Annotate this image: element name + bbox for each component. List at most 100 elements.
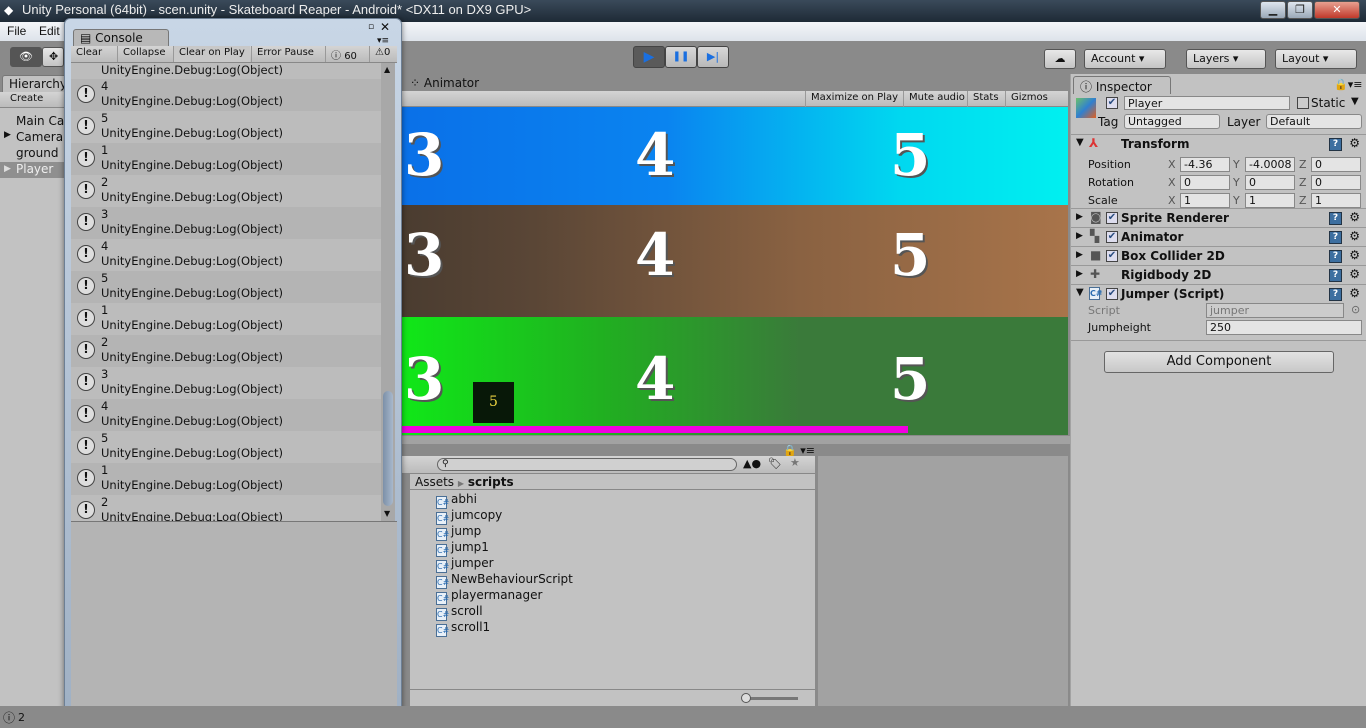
move-tool-icon[interactable]: ✥: [42, 47, 64, 67]
transform-header[interactable]: ▼ ⅄ Transform ? ⚙: [1071, 134, 1366, 153]
help-icon[interactable]: ?: [1329, 212, 1342, 225]
static-checkbox[interactable]: [1297, 97, 1309, 109]
close-icon[interactable]: ✕: [380, 20, 390, 34]
clear-on-play-button[interactable]: Clear on Play: [173, 46, 250, 62]
help-icon[interactable]: ?: [1329, 138, 1342, 151]
log-entry[interactable]: ! 2 UnityEngine.Debug:Log(Object): [71, 495, 381, 521]
log-count-toggle[interactable]: ⓘ 60: [325, 46, 362, 62]
close-button[interactable]: ✕: [1314, 1, 1360, 19]
gear-icon[interactable]: ⚙: [1349, 248, 1360, 262]
maximize-icon[interactable]: ▫: [368, 22, 374, 32]
component-header[interactable]: ▶ ▚ ✔ Animator ? ⚙: [1071, 227, 1366, 246]
filter-type-icon[interactable]: ▲●: [743, 457, 761, 470]
active-checkbox[interactable]: ✔: [1106, 97, 1118, 109]
maximize-button[interactable]: ❐: [1287, 1, 1313, 19]
gear-icon[interactable]: ⚙: [1349, 286, 1360, 300]
help-icon[interactable]: ?: [1329, 288, 1342, 301]
tag-dropdown[interactable]: Untagged: [1124, 114, 1220, 129]
transform-y-field[interactable]: 1: [1245, 193, 1295, 208]
maximize-on-play-toggle[interactable]: Maximize on Play: [805, 91, 903, 107]
component-header[interactable]: ▶ ◙ ✔ Sprite Renderer ? ⚙: [1071, 208, 1366, 227]
log-entry[interactable]: ! 3 UnityEngine.Debug:Log(Object): [71, 207, 381, 239]
transform-x-field[interactable]: 1: [1180, 193, 1230, 208]
tab-inspector[interactable]: ⓘ Inspector: [1073, 76, 1171, 94]
transform-x-field[interactable]: -4.36: [1180, 157, 1230, 172]
help-icon[interactable]: ?: [1329, 231, 1342, 244]
transform-z-field[interactable]: 0: [1311, 157, 1361, 172]
scrollbar-thumb[interactable]: [383, 391, 393, 506]
log-entry[interactable]: ! 4 UnityEngine.Debug:Log(Object): [71, 79, 381, 111]
panel-menu-icon[interactable]: ▾≡: [377, 36, 389, 46]
layer-dropdown[interactable]: Default: [1266, 114, 1362, 129]
layers-dropdown[interactable]: Layers ▾: [1186, 49, 1266, 69]
tab-console[interactable]: ▤ Console: [73, 29, 169, 47]
favorite-star-icon[interactable]: ★: [790, 456, 800, 469]
asset-item[interactable]: C# scroll1: [436, 620, 490, 637]
object-picker-icon[interactable]: ⊙: [1351, 303, 1360, 316]
hierarchy-item[interactable]: Main Camera: [0, 114, 64, 130]
hierarchy-item[interactable]: ground: [0, 146, 64, 162]
log-entry[interactable]: ! 4 UnityEngine.Debug:Log(Object): [71, 239, 381, 271]
gizmos-dropdown[interactable]: Gizmos: [1005, 91, 1063, 107]
filter-label-icon[interactable]: 🏷: [768, 457, 782, 470]
log-entry[interactable]: ! 1 UnityEngine.Debug:Log(Object): [71, 143, 381, 175]
gear-icon[interactable]: ⚙: [1349, 136, 1360, 150]
warning-count-toggle[interactable]: ⚠0: [369, 46, 395, 62]
pause-button[interactable]: ❚❚: [665, 46, 697, 68]
transform-z-field[interactable]: 1: [1311, 193, 1361, 208]
log-entry[interactable]: ! 2 UnityEngine.Debug:Log(Object): [71, 335, 381, 367]
add-component-button[interactable]: Add Component: [1104, 351, 1334, 373]
log-entry[interactable]: ! 3 UnityEngine.Debug:Log(Object): [71, 367, 381, 399]
play-button[interactable]: ▶: [633, 46, 665, 68]
scroll-down-icon[interactable]: ▼: [384, 509, 390, 518]
tab-hierarchy[interactable]: Hierarchy: [2, 75, 72, 93]
log-entry[interactable]: ! 1 UnityEngine.Debug:Log(Object): [71, 303, 381, 335]
error-pause-button[interactable]: Error Pause: [251, 46, 319, 62]
jumper-script-header[interactable]: ▼ C# ✔ Jumper (Script) ? ⚙: [1071, 284, 1366, 303]
asset-item[interactable]: C# NewBehaviourScript: [436, 572, 573, 589]
lock-icon[interactable]: 🔒▾≡: [1334, 78, 1362, 91]
component-enabled-checkbox[interactable]: ✔: [1106, 288, 1118, 300]
menu-edit[interactable]: Edit: [39, 24, 60, 38]
asset-item[interactable]: C# jump1: [436, 540, 489, 557]
zoom-slider[interactable]: [743, 697, 798, 700]
transform-y-field[interactable]: -4.0008: [1245, 157, 1295, 172]
expand-arrow-icon[interactable]: ▶: [4, 130, 11, 140]
transform-x-field[interactable]: 0: [1180, 175, 1230, 190]
step-button[interactable]: ▶|: [697, 46, 729, 68]
minimize-button[interactable]: ▁: [1260, 1, 1286, 19]
search-input[interactable]: ⚲: [437, 458, 737, 471]
log-entry[interactable]: ! 2 UnityEngine.Debug:Log(Object): [71, 175, 381, 207]
clear-button[interactable]: Clear: [71, 46, 107, 62]
console-scrollbar[interactable]: ▲ ▼: [381, 63, 395, 521]
zoom-slider-handle[interactable]: [741, 693, 751, 703]
cloud-button[interactable]: ☁: [1044, 49, 1076, 69]
mute-audio-toggle[interactable]: Mute audio: [903, 91, 970, 107]
expand-arrow-icon[interactable]: ▶: [4, 164, 11, 174]
gear-icon[interactable]: ⚙: [1349, 210, 1360, 224]
create-dropdown[interactable]: Create: [10, 93, 43, 104]
log-entry[interactable]: ! 5 UnityEngine.Debug:Log(Object): [71, 271, 381, 303]
gear-icon[interactable]: ⚙: [1349, 267, 1360, 281]
log-entry[interactable]: ! 5 UnityEngine.Debug:Log(Object): [71, 431, 381, 463]
log-entry[interactable]: ! 4 UnityEngine.Debug:Log(Object): [71, 399, 381, 431]
component-header[interactable]: ▶ ■ ✔ Box Collider 2D ? ⚙: [1071, 246, 1366, 265]
layout-dropdown[interactable]: Layout ▾: [1275, 49, 1357, 69]
component-header[interactable]: ▶ ✚ Rigidbody 2D ? ⚙: [1071, 265, 1366, 284]
asset-item[interactable]: C# jump: [436, 524, 481, 541]
component-enabled-checkbox[interactable]: ✔: [1106, 231, 1118, 243]
name-field[interactable]: Player: [1124, 96, 1290, 110]
breadcrumb-scripts[interactable]: scripts: [468, 475, 514, 489]
asset-item[interactable]: C# jumcopy: [436, 508, 502, 525]
menu-file[interactable]: File: [7, 24, 26, 38]
collapse-button[interactable]: Collapse: [117, 46, 171, 62]
asset-item[interactable]: C# abhi: [436, 492, 477, 509]
static-dropdown[interactable]: ▼: [1351, 96, 1359, 107]
view-tool-eye-icon[interactable]: 👁: [10, 47, 42, 67]
transform-y-field[interactable]: 0: [1245, 175, 1295, 190]
component-enabled-checkbox[interactable]: ✔: [1106, 250, 1118, 262]
stats-toggle[interactable]: Stats: [967, 91, 1004, 107]
asset-item[interactable]: C# playermanager: [436, 588, 542, 605]
asset-item[interactable]: C# scroll: [436, 604, 483, 621]
scroll-up-icon[interactable]: ▲: [384, 65, 390, 74]
